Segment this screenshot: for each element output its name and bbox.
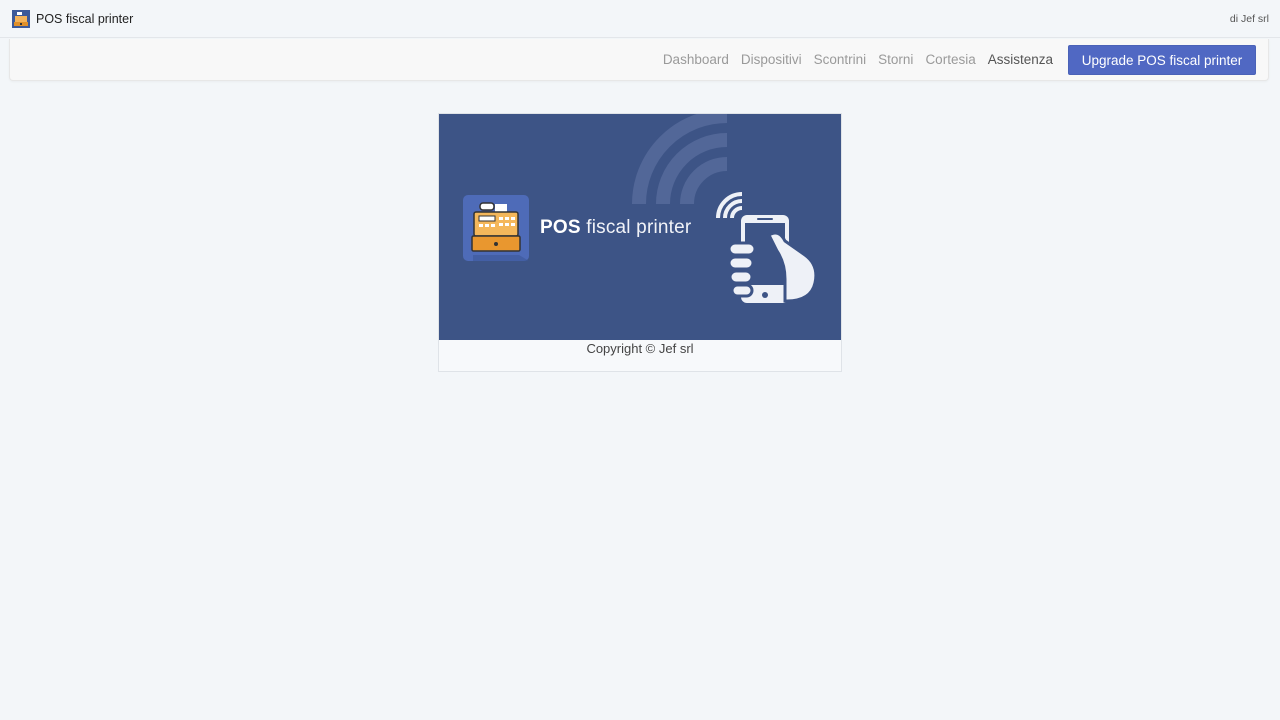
nav-cortesia[interactable]: Cortesia <box>925 52 975 67</box>
banner-title-bold: POS <box>540 217 581 238</box>
nav-storni[interactable]: Storni <box>878 52 913 67</box>
nav-dashboard[interactable]: Dashboard <box>663 52 729 67</box>
cash-register-icon <box>463 195 529 261</box>
cash-register-icon <box>12 9 30 28</box>
nav-assistenza[interactable]: Assistenza <box>988 52 1053 67</box>
app-title: POS fiscal printer <box>36 11 134 26</box>
navbar: Dashboard Dispositivi Scontrini Storni C… <box>9 39 1269 81</box>
upgrade-button[interactable]: Upgrade POS fiscal printer <box>1068 45 1256 75</box>
banner-title: POS fiscal printer <box>540 217 691 239</box>
splash-card: POS fiscal printer Copyright © Jef srl <box>438 113 842 372</box>
nav-links: Dashboard Dispositivi Scontrini Storni C… <box>651 39 1053 80</box>
nav-dispositivi[interactable]: Dispositivi <box>741 52 802 67</box>
title-bar: POS fiscal printer di Jef srl <box>0 0 1280 38</box>
hand-phone-icon <box>727 215 818 303</box>
copyright-text: Copyright © Jef srl <box>586 341 694 356</box>
splash-banner: POS fiscal printer <box>439 114 841 340</box>
nav-scontrini[interactable]: Scontrini <box>814 52 867 67</box>
banner-title-light: fiscal printer <box>586 217 692 238</box>
vendor-label: di Jef srl <box>1229 12 1269 25</box>
